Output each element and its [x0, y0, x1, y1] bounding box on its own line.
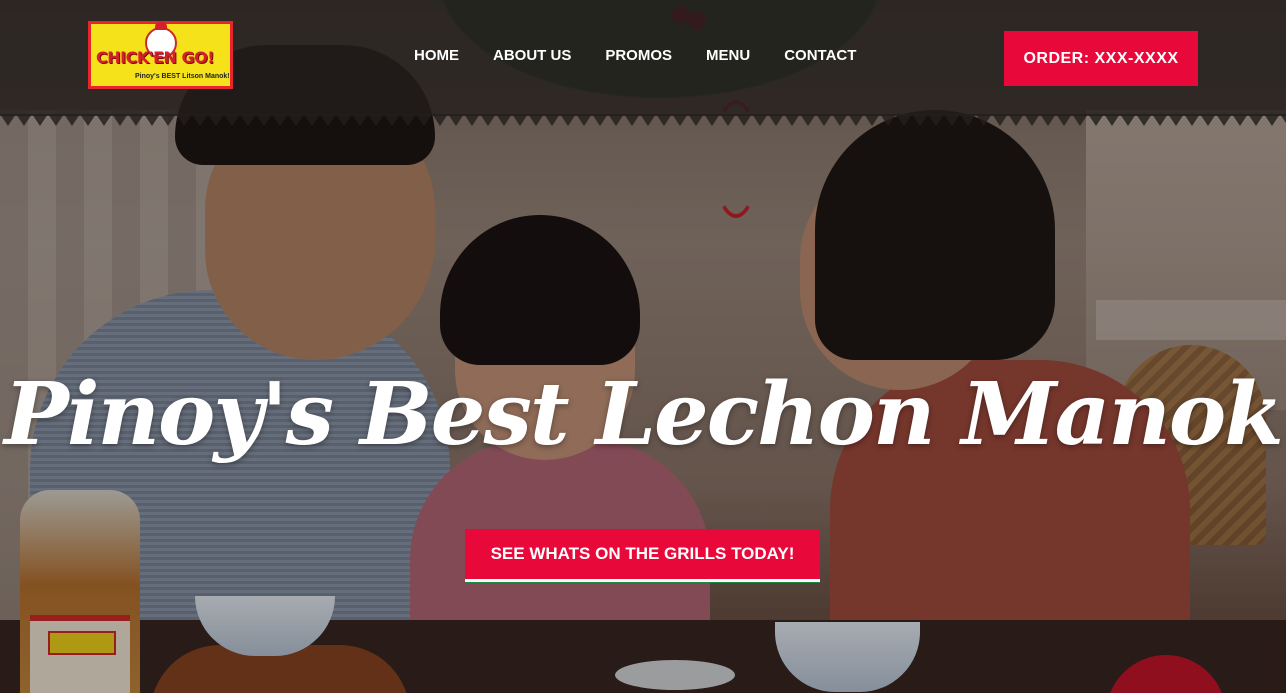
logo-tagline: Pinoy's BEST Litson Manok! — [135, 73, 230, 80]
main-navigation: HOME ABOUT US PROMOS MENU CONTACT — [414, 47, 890, 67]
site-logo[interactable]: CHICK'EN GO! Pinoy's BEST Litson Manok! — [88, 21, 233, 89]
nav-menu[interactable]: MENU — [706, 47, 750, 67]
nav-home[interactable]: HOME — [414, 47, 459, 67]
header-zigzag-edge — [0, 114, 1286, 126]
order-phone-button[interactable]: ORDER: XXX-XXXX — [1004, 31, 1198, 86]
logo-wordmark: CHICK'EN GO! — [96, 48, 215, 67]
nav-promos[interactable]: PROMOS — [605, 47, 672, 67]
nav-contact[interactable]: CONTACT — [784, 47, 856, 67]
nav-about-us[interactable]: ABOUT US — [493, 47, 571, 67]
hero-headline: Pinoy's Best Lechon Manok — [4, 364, 1284, 465]
cta-underline — [465, 579, 820, 582]
see-grills-button[interactable]: SEE WHATS ON THE GRILLS TODAY! — [465, 529, 820, 579]
